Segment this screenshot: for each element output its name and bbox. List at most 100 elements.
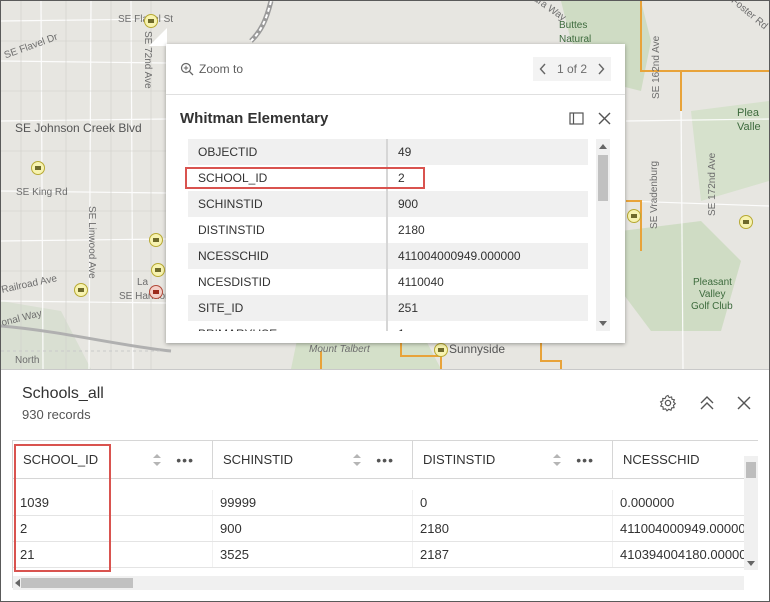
- map-label-north: North: [15, 355, 40, 366]
- school-marker[interactable]: [627, 209, 641, 223]
- table-row[interactable]: 2 900 2180 411004000949.000000: [13, 516, 758, 542]
- scroll-down-icon[interactable]: [747, 561, 755, 566]
- table-cell: 2187: [413, 542, 613, 567]
- popup-title-row: Whitman Elementary: [166, 95, 625, 141]
- map-label-la: La: [137, 277, 149, 288]
- attribute-value: 900: [398, 197, 419, 211]
- scroll-thumb[interactable]: [598, 155, 608, 201]
- school-marker[interactable]: [144, 14, 158, 28]
- feature-table-panel: Schools_all 930 records SCHOOL_ID ••• SC…: [1, 369, 769, 601]
- table-row[interactable]: 1039 99999 0 0.000000: [13, 490, 758, 516]
- school-marker[interactable]: [31, 161, 45, 175]
- attribute-key: DISTINSTID: [188, 217, 388, 243]
- collapse-up-icon[interactable]: [699, 394, 715, 412]
- map-label-162nd: SE 162nd Ave: [651, 35, 662, 99]
- data-grid: SCHOOL_ID ••• SCHINSTID ••• DISTINSTID •…: [12, 440, 758, 588]
- school-marker[interactable]: [434, 343, 448, 357]
- zoom-in-icon: [180, 62, 194, 76]
- chevron-left-icon[interactable]: [539, 63, 547, 75]
- scroll-down-icon[interactable]: [599, 321, 607, 326]
- pager-count: 1 of 2: [556, 62, 587, 76]
- attribute-value: 2180: [398, 223, 425, 237]
- highlight-school-id-column: [14, 444, 111, 572]
- sort-icon[interactable]: [152, 452, 162, 468]
- app-frame: SE Flavel St SE Flavel Dr SE Johnson Cre…: [0, 0, 770, 602]
- column-menu-icon[interactable]: •••: [376, 452, 394, 468]
- gear-icon[interactable]: [659, 394, 677, 412]
- table-cell: 900: [213, 516, 413, 541]
- table-cell: 2180: [413, 516, 613, 541]
- table-cell: 0: [413, 490, 613, 515]
- attribute-value: 4110040: [398, 275, 444, 289]
- attribute-key: SCHINSTID: [188, 191, 388, 217]
- school-marker[interactable]: [149, 233, 163, 247]
- column-menu-icon[interactable]: •••: [576, 452, 594, 468]
- attribute-value: 49: [398, 145, 412, 159]
- school-marker[interactable]: [74, 283, 88, 297]
- popup-actions: [569, 111, 611, 125]
- attribute-key: OBJECTID: [188, 139, 388, 165]
- table-cell: 410394004180.000000: [613, 542, 758, 567]
- column-menu-icon[interactable]: •••: [176, 452, 194, 468]
- scroll-thumb[interactable]: [746, 462, 756, 478]
- map-label-172nd: SE 172nd Ave: [707, 152, 718, 216]
- popup-pointer: [149, 28, 167, 46]
- attribute-row: SITE_ID 251: [188, 295, 588, 321]
- table-actions: [659, 394, 751, 412]
- close-icon[interactable]: [598, 112, 611, 125]
- dock-icon[interactable]: [569, 111, 584, 125]
- attribute-value: 251: [398, 301, 419, 315]
- grid-header-row: SCHOOL_ID ••• SCHINSTID ••• DISTINSTID •…: [13, 441, 758, 479]
- record-count: 930 records: [22, 407, 91, 422]
- table-title: Schools_all: [22, 385, 104, 402]
- table-row[interactable]: 21 3525 2187 410394004180.000000: [13, 542, 758, 568]
- map-label-golf-club: Golf Club: [691, 301, 733, 312]
- map-label-king-rd: SE King Rd: [16, 187, 68, 198]
- close-icon[interactable]: [737, 396, 751, 410]
- scroll-left-icon[interactable]: [15, 579, 20, 587]
- chevron-right-icon[interactable]: [597, 63, 605, 75]
- popup-header: Zoom to 1 of 2: [166, 44, 625, 95]
- attribute-key: SITE_ID: [188, 295, 388, 321]
- attribute-row: OBJECTID 49: [188, 139, 588, 165]
- attribute-row: DISTINSTID 2180: [188, 217, 588, 243]
- attribute-value: 411004000949.000000: [398, 249, 521, 263]
- attribute-key: PRIMARYUSE: [188, 321, 388, 331]
- scroll-thumb[interactable]: [21, 578, 133, 588]
- map-label-linwood: SE Linwood Ave: [86, 206, 97, 279]
- column-header-label: DISTINSTID: [423, 452, 496, 467]
- feature-popup: Zoom to 1 of 2 Whitman Elementary OBJECT…: [166, 44, 625, 343]
- map-label-plea: Plea: [737, 107, 760, 119]
- map-label-vradenburg: SE Vradenburg: [649, 160, 660, 229]
- map-label-valley: Valley: [699, 289, 726, 300]
- attribute-key: NCESDISTID: [188, 269, 388, 295]
- sort-icon[interactable]: [352, 452, 362, 468]
- attribute-row: PRIMARYUSE1: [188, 321, 588, 331]
- school-marker[interactable]: [151, 263, 165, 277]
- map-label-buttes: Buttes: [559, 20, 588, 31]
- column-header-distinstid[interactable]: DISTINSTID •••: [413, 441, 613, 478]
- map-label-pleasant: Pleasant: [693, 277, 732, 288]
- attribute-row: NCESDISTID 4110040: [188, 269, 588, 295]
- attribute-value: 1: [388, 327, 405, 331]
- popup-title: Whitman Elementary: [180, 109, 329, 127]
- scroll-up-icon[interactable]: [599, 144, 607, 149]
- map-label-johnson-creek: SE Johnson Creek Blvd: [15, 121, 142, 135]
- column-header-label: SCHINSTID: [223, 452, 294, 467]
- table-cell: 411004000949.000000: [613, 516, 758, 541]
- school-marker[interactable]: [739, 215, 753, 229]
- school-marker-selected[interactable]: [149, 285, 163, 299]
- map-label-valle: Valle: [737, 121, 761, 133]
- column-header-schinstid[interactable]: SCHINSTID •••: [213, 441, 413, 478]
- zoom-to-button[interactable]: Zoom to: [180, 62, 243, 76]
- column-header-label: NCESSCHID: [623, 452, 700, 467]
- grid-vertical-scrollbar[interactable]: [744, 456, 758, 570]
- grid-horizontal-scrollbar[interactable]: [13, 576, 744, 590]
- map-label-sunnyside: Sunnyside: [449, 342, 506, 356]
- table-header: Schools_all 930 records: [1, 370, 769, 440]
- grid-spacer: [13, 479, 758, 490]
- sort-icon[interactable]: [552, 452, 562, 468]
- popup-scrollbar[interactable]: [596, 139, 610, 331]
- highlight-school-id-attribute: [185, 167, 425, 189]
- column-header-ncesschid[interactable]: NCESSCHID: [613, 441, 758, 478]
